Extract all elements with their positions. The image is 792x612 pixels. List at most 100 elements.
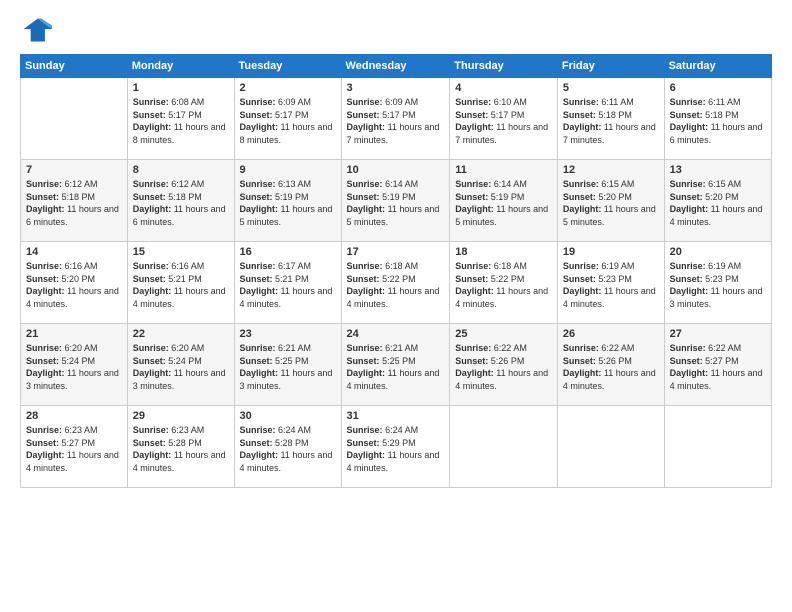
calendar-cell: 3 Sunrise: 6:09 AMSunset: 5:17 PMDaylight… [341, 78, 450, 160]
calendar-table: SundayMondayTuesdayWednesdayThursdayFrid… [20, 54, 772, 488]
day-info: Sunrise: 6:09 AMSunset: 5:17 PMDaylight:… [240, 96, 336, 146]
day-number: 28 [26, 410, 122, 422]
day-info: Sunrise: 6:16 AMSunset: 5:20 PMDaylight:… [26, 260, 122, 310]
calendar-cell: 16 Sunrise: 6:17 AMSunset: 5:21 PMDayligh… [234, 242, 341, 324]
day-number: 15 [133, 246, 229, 258]
calendar-week-row: 28Sunrise: 6:23 AMSunset: 5:27 PMDayligh… [21, 406, 772, 488]
calendar-cell: 29Sunrise: 6:23 AMSunset: 5:28 PMDayligh… [127, 406, 234, 488]
calendar-cell: 15 Sunrise: 6:16 AMSunset: 5:21 PMDayligh… [127, 242, 234, 324]
day-number: 21 [26, 328, 122, 340]
calendar-header-row: SundayMondayTuesdayWednesdayThursdayFrid… [21, 55, 772, 78]
calendar-cell: 17 Sunrise: 6:18 AMSunset: 5:22 PMDayligh… [341, 242, 450, 324]
day-info: Sunrise: 6:19 AMSunset: 5:23 PMDaylight:… [563, 260, 659, 310]
day-number: 7 [26, 164, 122, 176]
day-info: Sunrise: 6:15 AMSunset: 5:20 PMDaylight:… [670, 178, 766, 228]
weekday-header: Sunday [21, 55, 128, 78]
day-info: Sunrise: 6:22 AMSunset: 5:26 PMDaylight:… [563, 342, 659, 392]
calendar-cell: 26 Sunrise: 6:22 AMSunset: 5:26 PMDayligh… [557, 324, 664, 406]
day-info: Sunrise: 6:11 AMSunset: 5:18 PMDaylight:… [563, 96, 659, 146]
day-info: Sunrise: 6:20 AMSunset: 5:24 PMDaylight:… [26, 342, 122, 392]
weekday-header: Saturday [664, 55, 771, 78]
day-number: 20 [670, 246, 766, 258]
logo [20, 16, 56, 44]
day-info: Sunrise: 6:24 AMSunset: 5:29 PMDaylight:… [347, 424, 445, 474]
day-info: Sunrise: 6:09 AMSunset: 5:17 PMDaylight:… [347, 96, 445, 146]
day-number: 4 [455, 82, 552, 94]
calendar-cell: 31 Sunrise: 6:24 AMSunset: 5:29 PMDayligh… [341, 406, 450, 488]
day-info: Sunrise: 6:18 AMSunset: 5:22 PMDaylight:… [347, 260, 445, 310]
day-info: Sunrise: 6:13 AMSunset: 5:19 PMDaylight:… [240, 178, 336, 228]
day-number: 27 [670, 328, 766, 340]
weekday-header: Monday [127, 55, 234, 78]
day-info: Sunrise: 6:10 AMSunset: 5:17 PMDaylight:… [455, 96, 552, 146]
calendar-cell: 22Sunrise: 6:20 AMSunset: 5:24 PMDayligh… [127, 324, 234, 406]
day-info: Sunrise: 6:24 AMSunset: 5:28 PMDaylight:… [240, 424, 336, 474]
calendar-cell: 11Sunrise: 6:14 AMSunset: 5:19 PMDayligh… [450, 160, 558, 242]
day-number: 13 [670, 164, 766, 176]
calendar-cell: 14 Sunrise: 6:16 AMSunset: 5:20 PMDayligh… [21, 242, 128, 324]
calendar-cell [450, 406, 558, 488]
day-info: Sunrise: 6:14 AMSunset: 5:19 PMDaylight:… [347, 178, 445, 228]
header [20, 16, 772, 44]
calendar-week-row: 1 Sunrise: 6:08 AMSunset: 5:17 PMDaylight… [21, 78, 772, 160]
calendar-cell: 10 Sunrise: 6:14 AMSunset: 5:19 PMDayligh… [341, 160, 450, 242]
day-number: 24 [347, 328, 445, 340]
day-number: 14 [26, 246, 122, 258]
day-info: Sunrise: 6:22 AMSunset: 5:26 PMDaylight:… [455, 342, 552, 392]
calendar-cell: 8Sunrise: 6:12 AMSunset: 5:18 PMDaylight… [127, 160, 234, 242]
day-number: 5 [563, 82, 659, 94]
day-info: Sunrise: 6:22 AMSunset: 5:27 PMDaylight:… [670, 342, 766, 392]
calendar-cell: 28Sunrise: 6:23 AMSunset: 5:27 PMDayligh… [21, 406, 128, 488]
day-info: Sunrise: 6:21 AMSunset: 5:25 PMDaylight:… [240, 342, 336, 392]
day-number: 9 [240, 164, 336, 176]
day-number: 31 [347, 410, 445, 422]
calendar-cell: 2 Sunrise: 6:09 AMSunset: 5:17 PMDaylight… [234, 78, 341, 160]
calendar-cell: 21 Sunrise: 6:20 AMSunset: 5:24 PMDayligh… [21, 324, 128, 406]
calendar-cell: 9 Sunrise: 6:13 AMSunset: 5:19 PMDaylight… [234, 160, 341, 242]
day-number: 26 [563, 328, 659, 340]
day-number: 16 [240, 246, 336, 258]
day-info: Sunrise: 6:17 AMSunset: 5:21 PMDaylight:… [240, 260, 336, 310]
calendar-cell: 1 Sunrise: 6:08 AMSunset: 5:17 PMDaylight… [127, 78, 234, 160]
weekday-header: Tuesday [234, 55, 341, 78]
day-info: Sunrise: 6:19 AMSunset: 5:23 PMDaylight:… [670, 260, 766, 310]
calendar-week-row: 21 Sunrise: 6:20 AMSunset: 5:24 PMDayligh… [21, 324, 772, 406]
day-number: 18 [455, 246, 552, 258]
calendar-cell: 27 Sunrise: 6:22 AMSunset: 5:27 PMDayligh… [664, 324, 771, 406]
calendar-cell: 6 Sunrise: 6:11 AMSunset: 5:18 PMDaylight… [664, 78, 771, 160]
calendar-cell: 4 Sunrise: 6:10 AMSunset: 5:17 PMDaylight… [450, 78, 558, 160]
calendar-cell: 20 Sunrise: 6:19 AMSunset: 5:23 PMDayligh… [664, 242, 771, 324]
weekday-header: Thursday [450, 55, 558, 78]
calendar-cell: 30Sunrise: 6:24 AMSunset: 5:28 PMDayligh… [234, 406, 341, 488]
day-number: 6 [670, 82, 766, 94]
day-number: 12 [563, 164, 659, 176]
weekday-header: Friday [557, 55, 664, 78]
calendar-cell: 5 Sunrise: 6:11 AMSunset: 5:18 PMDaylight… [557, 78, 664, 160]
calendar-cell: 23 Sunrise: 6:21 AMSunset: 5:25 PMDayligh… [234, 324, 341, 406]
day-number: 11 [455, 164, 552, 176]
calendar-cell [664, 406, 771, 488]
day-info: Sunrise: 6:16 AMSunset: 5:21 PMDaylight:… [133, 260, 229, 310]
day-info: Sunrise: 6:11 AMSunset: 5:18 PMDaylight:… [670, 96, 766, 146]
calendar-cell: 19Sunrise: 6:19 AMSunset: 5:23 PMDayligh… [557, 242, 664, 324]
calendar-cell: 7 Sunrise: 6:12 AMSunset: 5:18 PMDaylight… [21, 160, 128, 242]
day-number: 1 [133, 82, 229, 94]
day-number: 25 [455, 328, 552, 340]
calendar-cell: 18 Sunrise: 6:18 AMSunset: 5:22 PMDayligh… [450, 242, 558, 324]
calendar-week-row: 7 Sunrise: 6:12 AMSunset: 5:18 PMDaylight… [21, 160, 772, 242]
page: SundayMondayTuesdayWednesdayThursdayFrid… [0, 0, 792, 612]
calendar-cell: 24Sunrise: 6:21 AMSunset: 5:25 PMDayligh… [341, 324, 450, 406]
day-number: 23 [240, 328, 336, 340]
day-info: Sunrise: 6:12 AMSunset: 5:18 PMDaylight:… [26, 178, 122, 228]
day-number: 2 [240, 82, 336, 94]
day-info: Sunrise: 6:12 AMSunset: 5:18 PMDaylight:… [133, 178, 229, 228]
day-info: Sunrise: 6:08 AMSunset: 5:17 PMDaylight:… [133, 96, 229, 146]
logo-icon [20, 16, 52, 44]
weekday-header: Wednesday [341, 55, 450, 78]
day-info: Sunrise: 6:18 AMSunset: 5:22 PMDaylight:… [455, 260, 552, 310]
calendar-cell: 13 Sunrise: 6:15 AMSunset: 5:20 PMDayligh… [664, 160, 771, 242]
day-number: 3 [347, 82, 445, 94]
day-number: 10 [347, 164, 445, 176]
day-number: 17 [347, 246, 445, 258]
calendar-week-row: 14 Sunrise: 6:16 AMSunset: 5:20 PMDayligh… [21, 242, 772, 324]
